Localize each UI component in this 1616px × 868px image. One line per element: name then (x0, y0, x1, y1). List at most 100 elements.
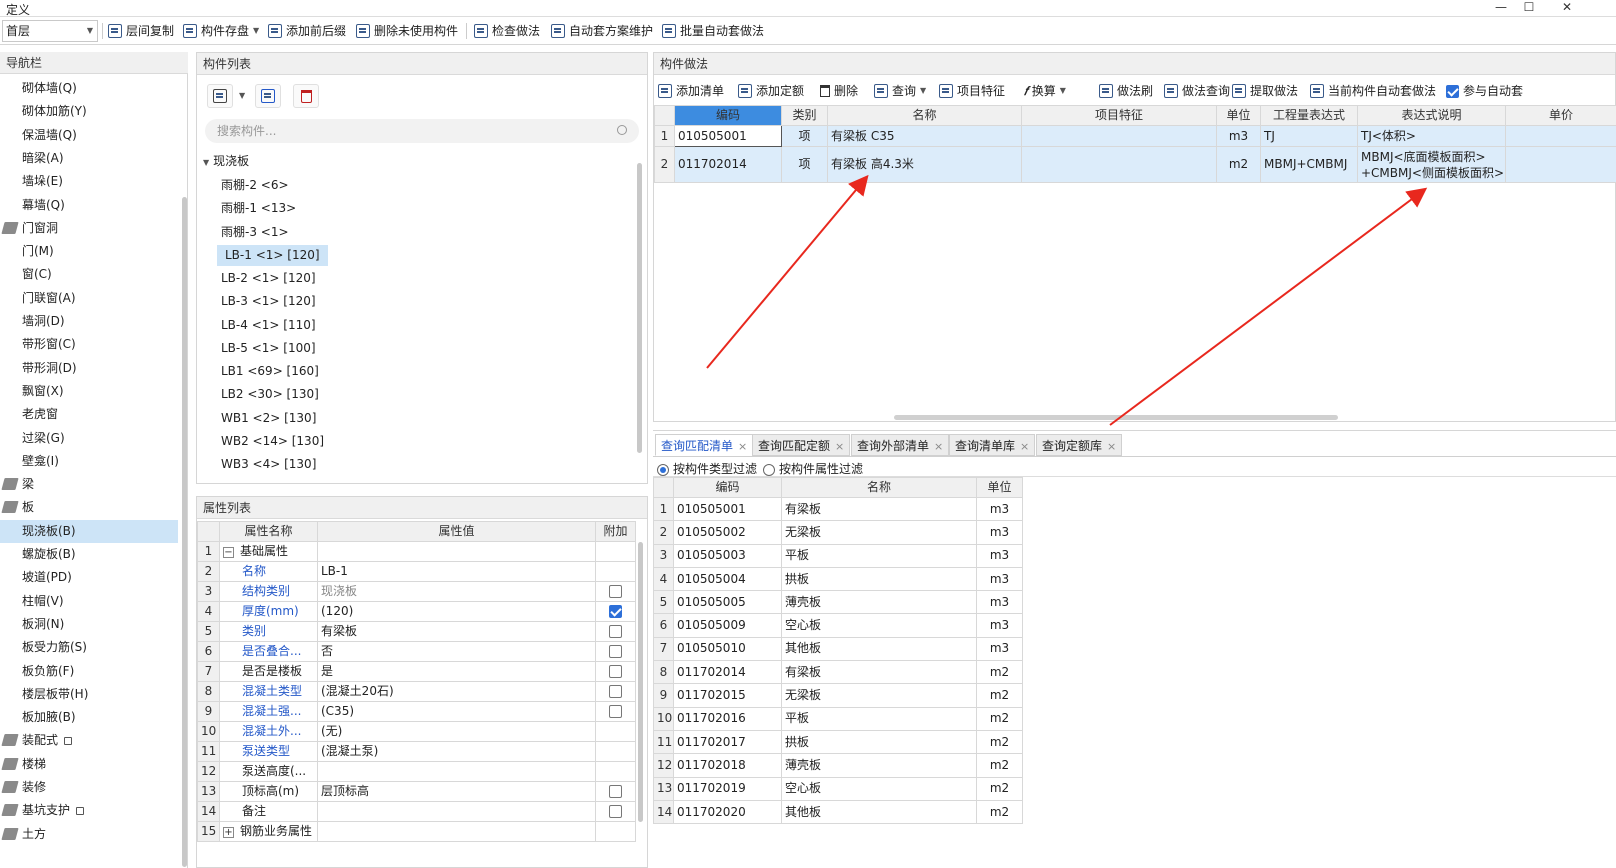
batch-auto-button[interactable]: 批量自动套做法 (662, 21, 764, 41)
method-cell-desc[interactable]: MBMJ<底面模板面积> +CMBMJ<侧面模板面积> (1357, 146, 1506, 183)
new-component-button[interactable] (207, 84, 233, 108)
property-value[interactable]: (无) (317, 721, 596, 742)
extra-checkbox[interactable] (609, 705, 622, 718)
query-row[interactable]: 5 010505005 薄壳板 m3 (653, 590, 1023, 615)
nav-item[interactable]: 基坑支护 (0, 799, 178, 822)
method-cell-code[interactable]: 010505001 (674, 125, 782, 147)
query-row[interactable]: 4 010505004 拱板 m3 (653, 566, 1023, 592)
component-item[interactable]: 雨棚-2 <6> (221, 175, 289, 196)
query-header-unit[interactable]: 单位 (976, 477, 1023, 498)
query-tab[interactable]: 查询定额库 × (1036, 434, 1123, 456)
query-tab[interactable]: 查询外部清单 × (851, 434, 950, 456)
query-cell-name[interactable]: 平板 (781, 543, 977, 568)
prop-header-name[interactable]: 属性名称 (219, 521, 318, 542)
delete-component-button[interactable] (293, 84, 319, 108)
component-item[interactable]: WB3 <4> [130] (221, 454, 316, 475)
nav-item[interactable]: 带形洞(D) (0, 357, 178, 380)
nav-item[interactable]: 飘窗(X) (0, 380, 178, 403)
nav-item[interactable]: 板 (0, 496, 178, 519)
nav-item[interactable]: 幕墙(Q) (0, 194, 178, 217)
query-row[interactable]: 3 010505003 平板 m3 (653, 543, 1023, 568)
chevron-down-icon[interactable]: ▼ (239, 91, 245, 100)
method-cell-price[interactable] (1505, 125, 1616, 147)
extra-checkbox[interactable] (609, 805, 622, 818)
method-cell-code[interactable]: 011702014 (674, 146, 782, 183)
filter-by-attr-radio[interactable]: 按构件属性过滤 (763, 460, 863, 477)
query-cell-unit[interactable]: m2 (976, 729, 1023, 755)
component-scrollbar[interactable] (637, 163, 642, 453)
method-query-button[interactable]: 做法查询 (1164, 80, 1230, 102)
tree-root[interactable]: ▼ 现浇板 (203, 151, 249, 172)
query-cell-name[interactable]: 拱板 (781, 566, 977, 592)
query-cell-code[interactable]: 010505005 (673, 590, 782, 615)
query-tab[interactable]: 查询匹配定额 × (752, 434, 851, 456)
property-value[interactable]: 有梁板 (317, 621, 596, 642)
property-row[interactable]: 11 泵送类型 (混凝土泵) (197, 741, 636, 762)
query-cell-code[interactable]: 011702019 (673, 776, 782, 801)
component-item[interactable]: 雨棚-1 <13> (221, 198, 296, 219)
property-row[interactable]: 1− 基础属性 (197, 541, 636, 562)
query-cell-unit[interactable]: m3 (976, 543, 1023, 568)
query-cell-name[interactable]: 无梁板 (781, 520, 977, 545)
query-cell-name[interactable]: 空心板 (781, 776, 977, 801)
nav-item[interactable]: 砌体加筋(Y) (0, 100, 178, 123)
method-header-unit[interactable]: 单位 (1216, 105, 1261, 126)
nav-item[interactable]: 板洞(N) (0, 613, 178, 636)
component-item[interactable]: 雨棚-3 <1> (221, 222, 289, 243)
add-quota-button[interactable]: 添加定额 (738, 80, 804, 102)
method-header-code[interactable]: 编码 (674, 105, 782, 126)
method-header-expr[interactable]: 工程量表达式 (1260, 105, 1358, 126)
property-value[interactable]: (混凝土泵) (317, 741, 596, 762)
property-row[interactable]: 4 厚度(mm) (120) (197, 601, 636, 622)
query-cell-code[interactable]: 010505010 (673, 636, 782, 662)
query-cell-name[interactable]: 其他板 (781, 636, 977, 662)
copy-floor-button[interactable]: 层间复制 (108, 21, 174, 41)
query-cell-unit[interactable]: m2 (976, 799, 1023, 825)
query-cell-name[interactable]: 薄壳板 (781, 590, 977, 615)
nav-item[interactable]: 老虎窗 (0, 403, 178, 426)
nav-item[interactable]: 暗梁(A) (0, 147, 178, 170)
method-cell-expr[interactable]: MBMJ+CMBMJ (1260, 146, 1358, 183)
auto-method-button[interactable]: 当前构件自动套做法 (1310, 80, 1436, 102)
query-cell-unit[interactable]: m3 (976, 613, 1023, 638)
property-row[interactable]: 13 顶标高(m) 层顶标高 (197, 781, 636, 802)
method-hscrollbar[interactable] (894, 415, 1338, 420)
query-cell-unit[interactable]: m3 (976, 496, 1023, 522)
method-cell-feat[interactable] (1021, 125, 1217, 147)
method-header-price[interactable]: 单价 (1505, 105, 1616, 126)
component-item[interactable]: LB-5 <1> [100] (221, 338, 316, 359)
method-cell-name[interactable]: 有梁板 高4.3米 (827, 146, 1022, 183)
property-value[interactable]: 层顶标高 (317, 781, 596, 802)
close-button[interactable]: ✕ (1552, 0, 1582, 16)
query-row[interactable]: 1 010505001 有梁板 m3 (653, 496, 1023, 522)
auto-scheme-button[interactable]: 自动套方案维护 (551, 21, 653, 41)
nav-item[interactable]: 板受力筋(S) (0, 636, 178, 659)
add-prefix-suffix-button[interactable]: 添加前后缀 (268, 21, 346, 41)
query-cell-code[interactable]: 010505009 (673, 613, 782, 638)
method-brush-button[interactable]: 做法刷 (1099, 80, 1153, 102)
extra-checkbox[interactable] (609, 585, 622, 598)
query-row[interactable]: 10 011702016 平板 m2 (653, 706, 1023, 731)
method-cell-cat[interactable]: 项 (781, 125, 828, 147)
method-cell-name[interactable]: 有梁板 C35 (827, 125, 1022, 147)
query-cell-unit[interactable]: m2 (976, 776, 1023, 801)
extra-checkbox[interactable] (609, 605, 622, 618)
query-cell-name[interactable]: 无梁板 (781, 683, 977, 708)
property-row[interactable]: 10 混凝土外... (无) (197, 721, 636, 742)
query-cell-code[interactable]: 011702020 (673, 799, 782, 825)
property-value[interactable] (317, 801, 596, 822)
collapse-icon[interactable]: − (223, 547, 234, 558)
method-header-name[interactable]: 名称 (827, 105, 1022, 126)
property-value[interactable]: (混凝土20石) (317, 681, 596, 702)
method-cell-unit[interactable]: m3 (1216, 125, 1261, 147)
nav-item[interactable]: 墙垛(E) (0, 170, 178, 193)
query-row[interactable]: 2 010505002 无梁板 m3 (653, 520, 1023, 545)
query-cell-unit[interactable]: m2 (976, 683, 1023, 708)
query-cell-unit[interactable]: m2 (976, 706, 1023, 731)
method-cell-desc[interactable]: TJ<体积> (1357, 125, 1506, 147)
query-cell-unit[interactable]: m2 (976, 753, 1023, 778)
prop-header-value[interactable]: 属性值 (317, 521, 596, 542)
delete-button[interactable]: 删除 (820, 80, 858, 102)
extra-checkbox[interactable] (609, 665, 622, 678)
method-row[interactable]: 1 010505001 项有梁板 C35 m3 TJ TJ<体积> (654, 125, 1616, 147)
